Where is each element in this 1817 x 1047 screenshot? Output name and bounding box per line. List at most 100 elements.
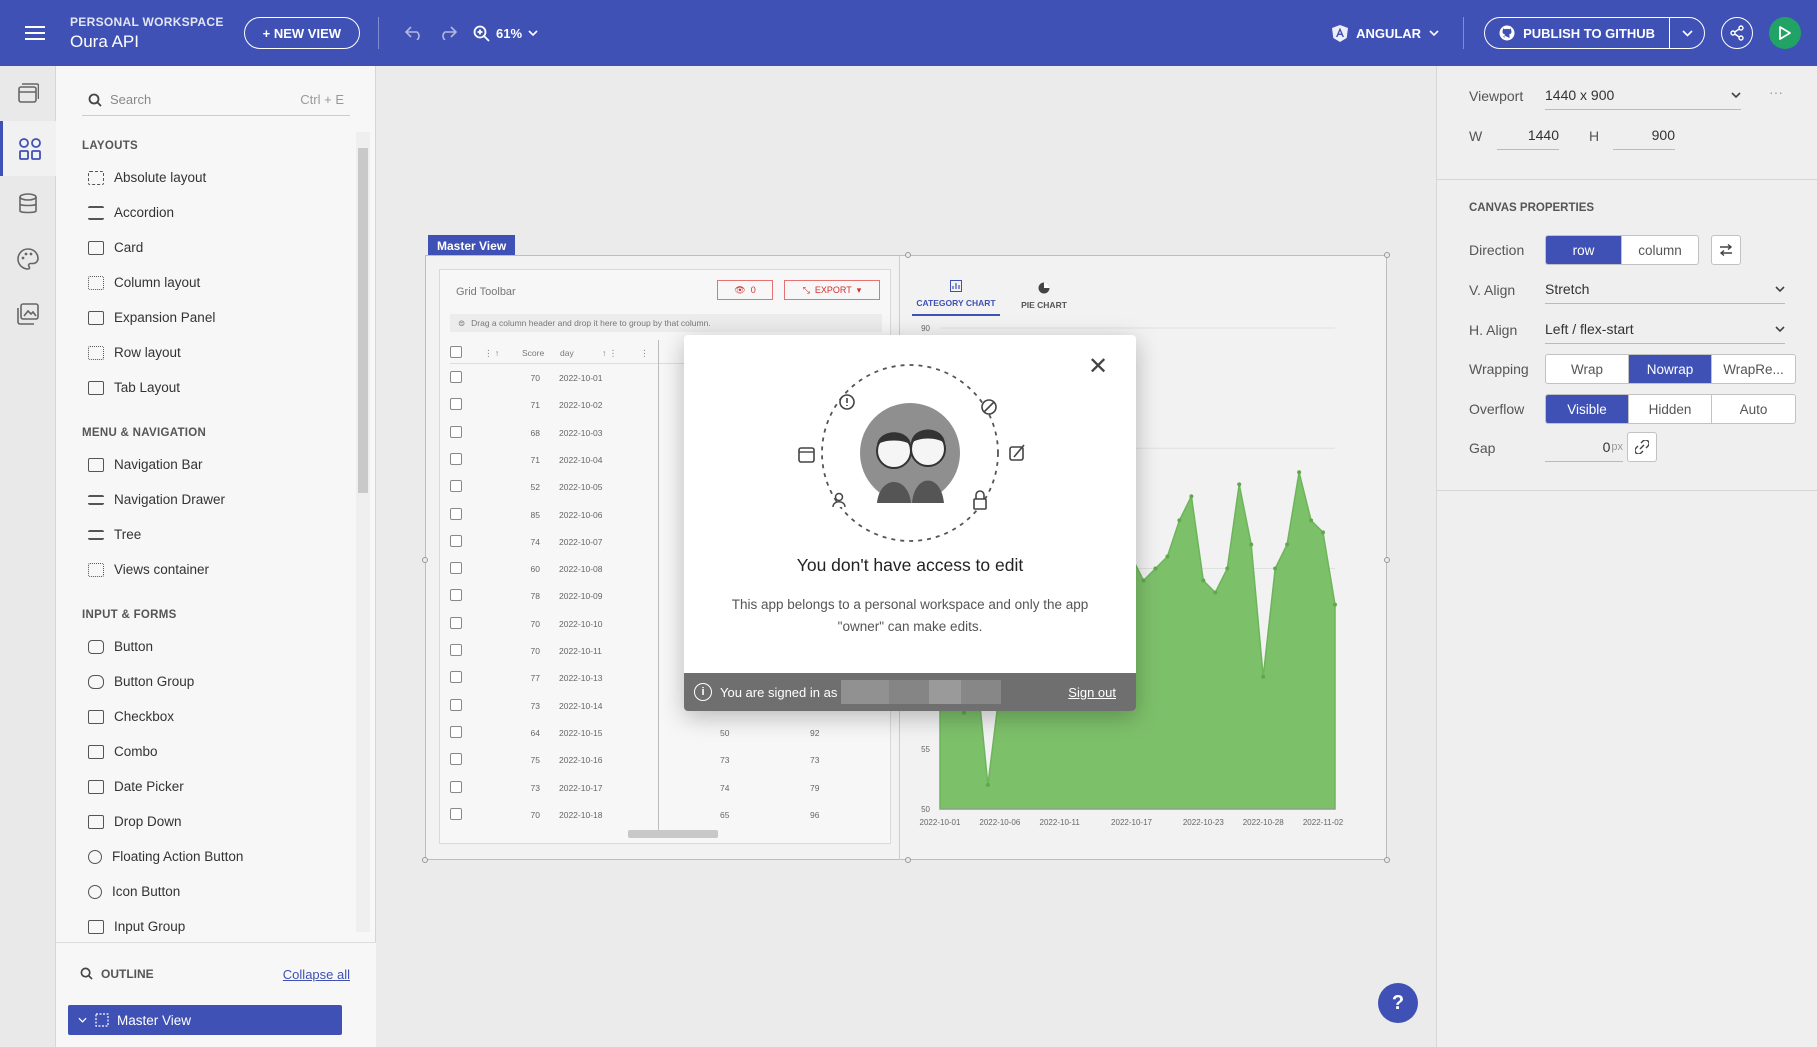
resize-handle[interactable] (1384, 557, 1390, 563)
row-checkbox[interactable] (450, 371, 462, 383)
component-navigation-drawer[interactable]: Navigation Drawer (82, 482, 372, 517)
column-menu-icon[interactable]: ⋮ ↑ (484, 348, 499, 359)
help-button[interactable]: ? (1378, 983, 1418, 1023)
overflow-auto-option[interactable]: Auto (1712, 395, 1795, 423)
row-checkbox[interactable] (450, 480, 462, 493)
width-input[interactable]: 1440 (1497, 120, 1559, 150)
hide-columns-button[interactable]: 👁 0 (717, 280, 773, 300)
row-checkbox[interactable] (450, 807, 462, 820)
outline-item-master-view[interactable]: Master View (68, 1005, 342, 1035)
component-tree[interactable]: Tree (82, 517, 372, 552)
component-absolute-layout[interactable]: Absolute layout (82, 160, 372, 195)
column-menu-icon[interactable]: ⋮ (640, 348, 649, 359)
gap-input[interactable]: 0 px (1545, 432, 1623, 462)
row-checkbox[interactable] (450, 725, 462, 738)
app-name[interactable]: Oura API (70, 32, 224, 52)
table-row[interactable]: 75 2022-10-16 73 73 (450, 746, 882, 773)
wrap-option[interactable]: Wrap (1546, 355, 1629, 383)
viewport-select[interactable]: 1440 x 900 (1545, 80, 1741, 110)
toolbox-rail-button[interactable] (0, 121, 56, 176)
component-expansion-panel[interactable]: Expansion Panel (82, 300, 372, 335)
component-column-layout[interactable]: Column layout (82, 265, 372, 300)
more-options-icon[interactable]: ··· (1769, 84, 1783, 100)
component-button[interactable]: Button (82, 629, 372, 664)
row-checkbox[interactable] (450, 698, 462, 711)
resize-handle[interactable] (905, 857, 911, 863)
sort-icon[interactable]: ↑ ⋮ (602, 348, 617, 359)
row-checkbox[interactable] (450, 644, 462, 656)
resize-handle[interactable] (1384, 252, 1390, 258)
resize-handle[interactable] (422, 557, 428, 563)
share-button[interactable] (1721, 17, 1753, 49)
height-input[interactable]: 900 (1613, 120, 1675, 150)
component-row-layout[interactable]: Row layout (82, 335, 372, 370)
resize-handle[interactable] (905, 252, 911, 258)
component-input-group[interactable]: Input Group (82, 909, 372, 944)
redo-icon[interactable] (431, 16, 465, 50)
grid-horizontal-scrollbar[interactable] (628, 830, 718, 838)
new-view-button[interactable]: + NEW VIEW (243, 17, 361, 49)
overflow-hidden-option[interactable]: Hidden (1629, 395, 1712, 423)
run-app-button[interactable] (1769, 17, 1801, 49)
component-accordion[interactable]: Accordion (82, 195, 372, 230)
row-checkbox[interactable] (450, 452, 462, 465)
component-button-group[interactable]: Button Group (82, 664, 372, 699)
swap-direction-button[interactable] (1711, 235, 1741, 265)
select-all-checkbox[interactable] (450, 346, 462, 358)
row-checkbox[interactable] (450, 425, 462, 438)
scrollbar-thumb[interactable] (358, 148, 368, 493)
component-combo[interactable]: Combo (82, 734, 372, 769)
column-header-score[interactable]: Score (522, 348, 544, 358)
component-date-picker[interactable]: Date Picker (82, 769, 372, 804)
column-header-day[interactable]: day (560, 348, 574, 358)
theme-rail-button[interactable] (0, 231, 56, 286)
resize-handle[interactable] (422, 857, 428, 863)
toolbox-scrollbar[interactable] (356, 132, 370, 932)
row-checkbox[interactable] (450, 398, 462, 411)
gap-link-button[interactable] (1627, 432, 1657, 462)
table-row[interactable]: 64 2022-10-15 50 92 (450, 719, 882, 746)
sign-out-link[interactable]: Sign out (1068, 685, 1116, 700)
group-by-area[interactable]: ⊜ Drag a column header and drop it here … (450, 314, 882, 332)
publish-options-dropdown[interactable] (1670, 29, 1704, 37)
table-row[interactable]: 73 2022-10-17 74 79 (450, 774, 882, 801)
assets-rail-button[interactable] (0, 286, 56, 341)
export-button[interactable]: ⤡ EXPORT ▾ (784, 280, 880, 300)
halign-select[interactable]: Left / flex-start (1545, 314, 1785, 344)
publish-to-github-button[interactable]: PUBLISH TO GITHUB (1485, 18, 1670, 48)
framework-selector[interactable]: ANGULAR (1332, 24, 1439, 42)
menu-icon[interactable] (0, 0, 70, 66)
row-checkbox[interactable] (450, 753, 462, 766)
direction-column-option[interactable]: column (1622, 236, 1698, 264)
component-floating-action-button[interactable]: Floating Action Button (82, 839, 372, 874)
views-rail-button[interactable] (0, 66, 56, 121)
collapse-all-link[interactable]: Collapse all (283, 967, 350, 982)
valign-select[interactable]: Stretch (1545, 274, 1785, 304)
table-row[interactable]: 70 2022-10-18 65 96 (450, 801, 882, 828)
wrap-reverse-option[interactable]: WrapRe... (1712, 355, 1795, 383)
component-drop-down[interactable]: Drop Down (82, 804, 372, 839)
toolbox-search[interactable]: Search Ctrl + E (82, 84, 350, 116)
search-icon[interactable] (80, 967, 93, 980)
component-navigation-bar[interactable]: Navigation Bar (82, 447, 372, 482)
component-checkbox[interactable]: Checkbox (82, 699, 372, 734)
row-checkbox[interactable] (450, 671, 462, 684)
row-checkbox[interactable] (450, 534, 462, 547)
component-icon-button[interactable]: Icon Button (82, 874, 372, 909)
row-checkbox[interactable] (450, 780, 462, 793)
nowrap-option[interactable]: Nowrap (1629, 355, 1712, 383)
component-card[interactable]: Card (82, 230, 372, 265)
row-checkbox[interactable] (450, 589, 462, 602)
row-checkbox[interactable] (450, 616, 462, 629)
master-view-tag[interactable]: Master View (428, 235, 516, 257)
component-views-container[interactable]: Views container (82, 552, 372, 587)
row-checkbox[interactable] (450, 507, 462, 520)
resize-handle[interactable] (1384, 857, 1390, 863)
zoom-control[interactable]: 61% (473, 25, 538, 42)
direction-row-option[interactable]: row (1546, 236, 1622, 264)
data-rail-button[interactable] (0, 176, 56, 231)
undo-icon[interactable] (397, 16, 431, 50)
component-tab-layout[interactable]: Tab Layout (82, 370, 372, 405)
overflow-visible-option[interactable]: Visible (1546, 395, 1629, 423)
row-checkbox[interactable] (450, 562, 462, 575)
